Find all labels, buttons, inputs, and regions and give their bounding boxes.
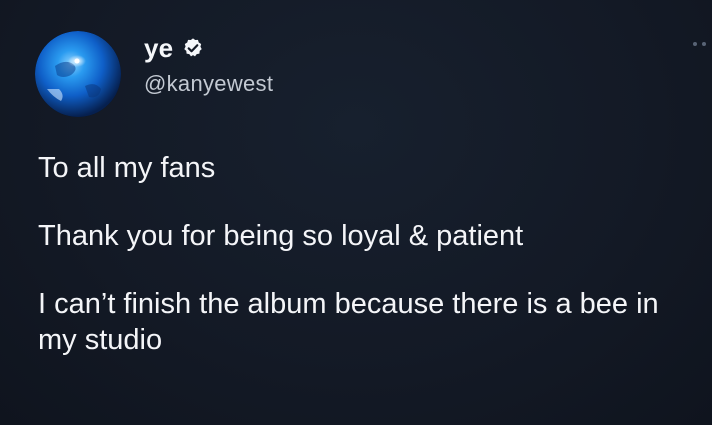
tweet-paragraph: Thank you for being so loyal & patient	[38, 220, 524, 252]
more-dot	[693, 42, 697, 46]
tweet-header: ye @kanyewest	[144, 33, 273, 97]
verified-badge-icon	[182, 37, 204, 59]
tweet-paragraph: I can’t finish the album because there i…	[38, 288, 659, 356]
more-dot	[702, 42, 706, 46]
blue-sphere-avatar-icon	[35, 31, 121, 117]
tweet-text: To all my fans Thank you for being so lo…	[38, 150, 698, 358]
more-options-icon[interactable]	[693, 42, 706, 46]
user-handle[interactable]: @kanyewest	[144, 71, 273, 97]
tweet-card: ye @kanyewest To all my fans Thank you f…	[0, 0, 712, 425]
name-row: ye	[144, 33, 273, 63]
tweet-paragraph: To all my fans	[38, 152, 216, 184]
avatar[interactable]	[35, 31, 121, 117]
display-name[interactable]: ye	[144, 33, 173, 64]
